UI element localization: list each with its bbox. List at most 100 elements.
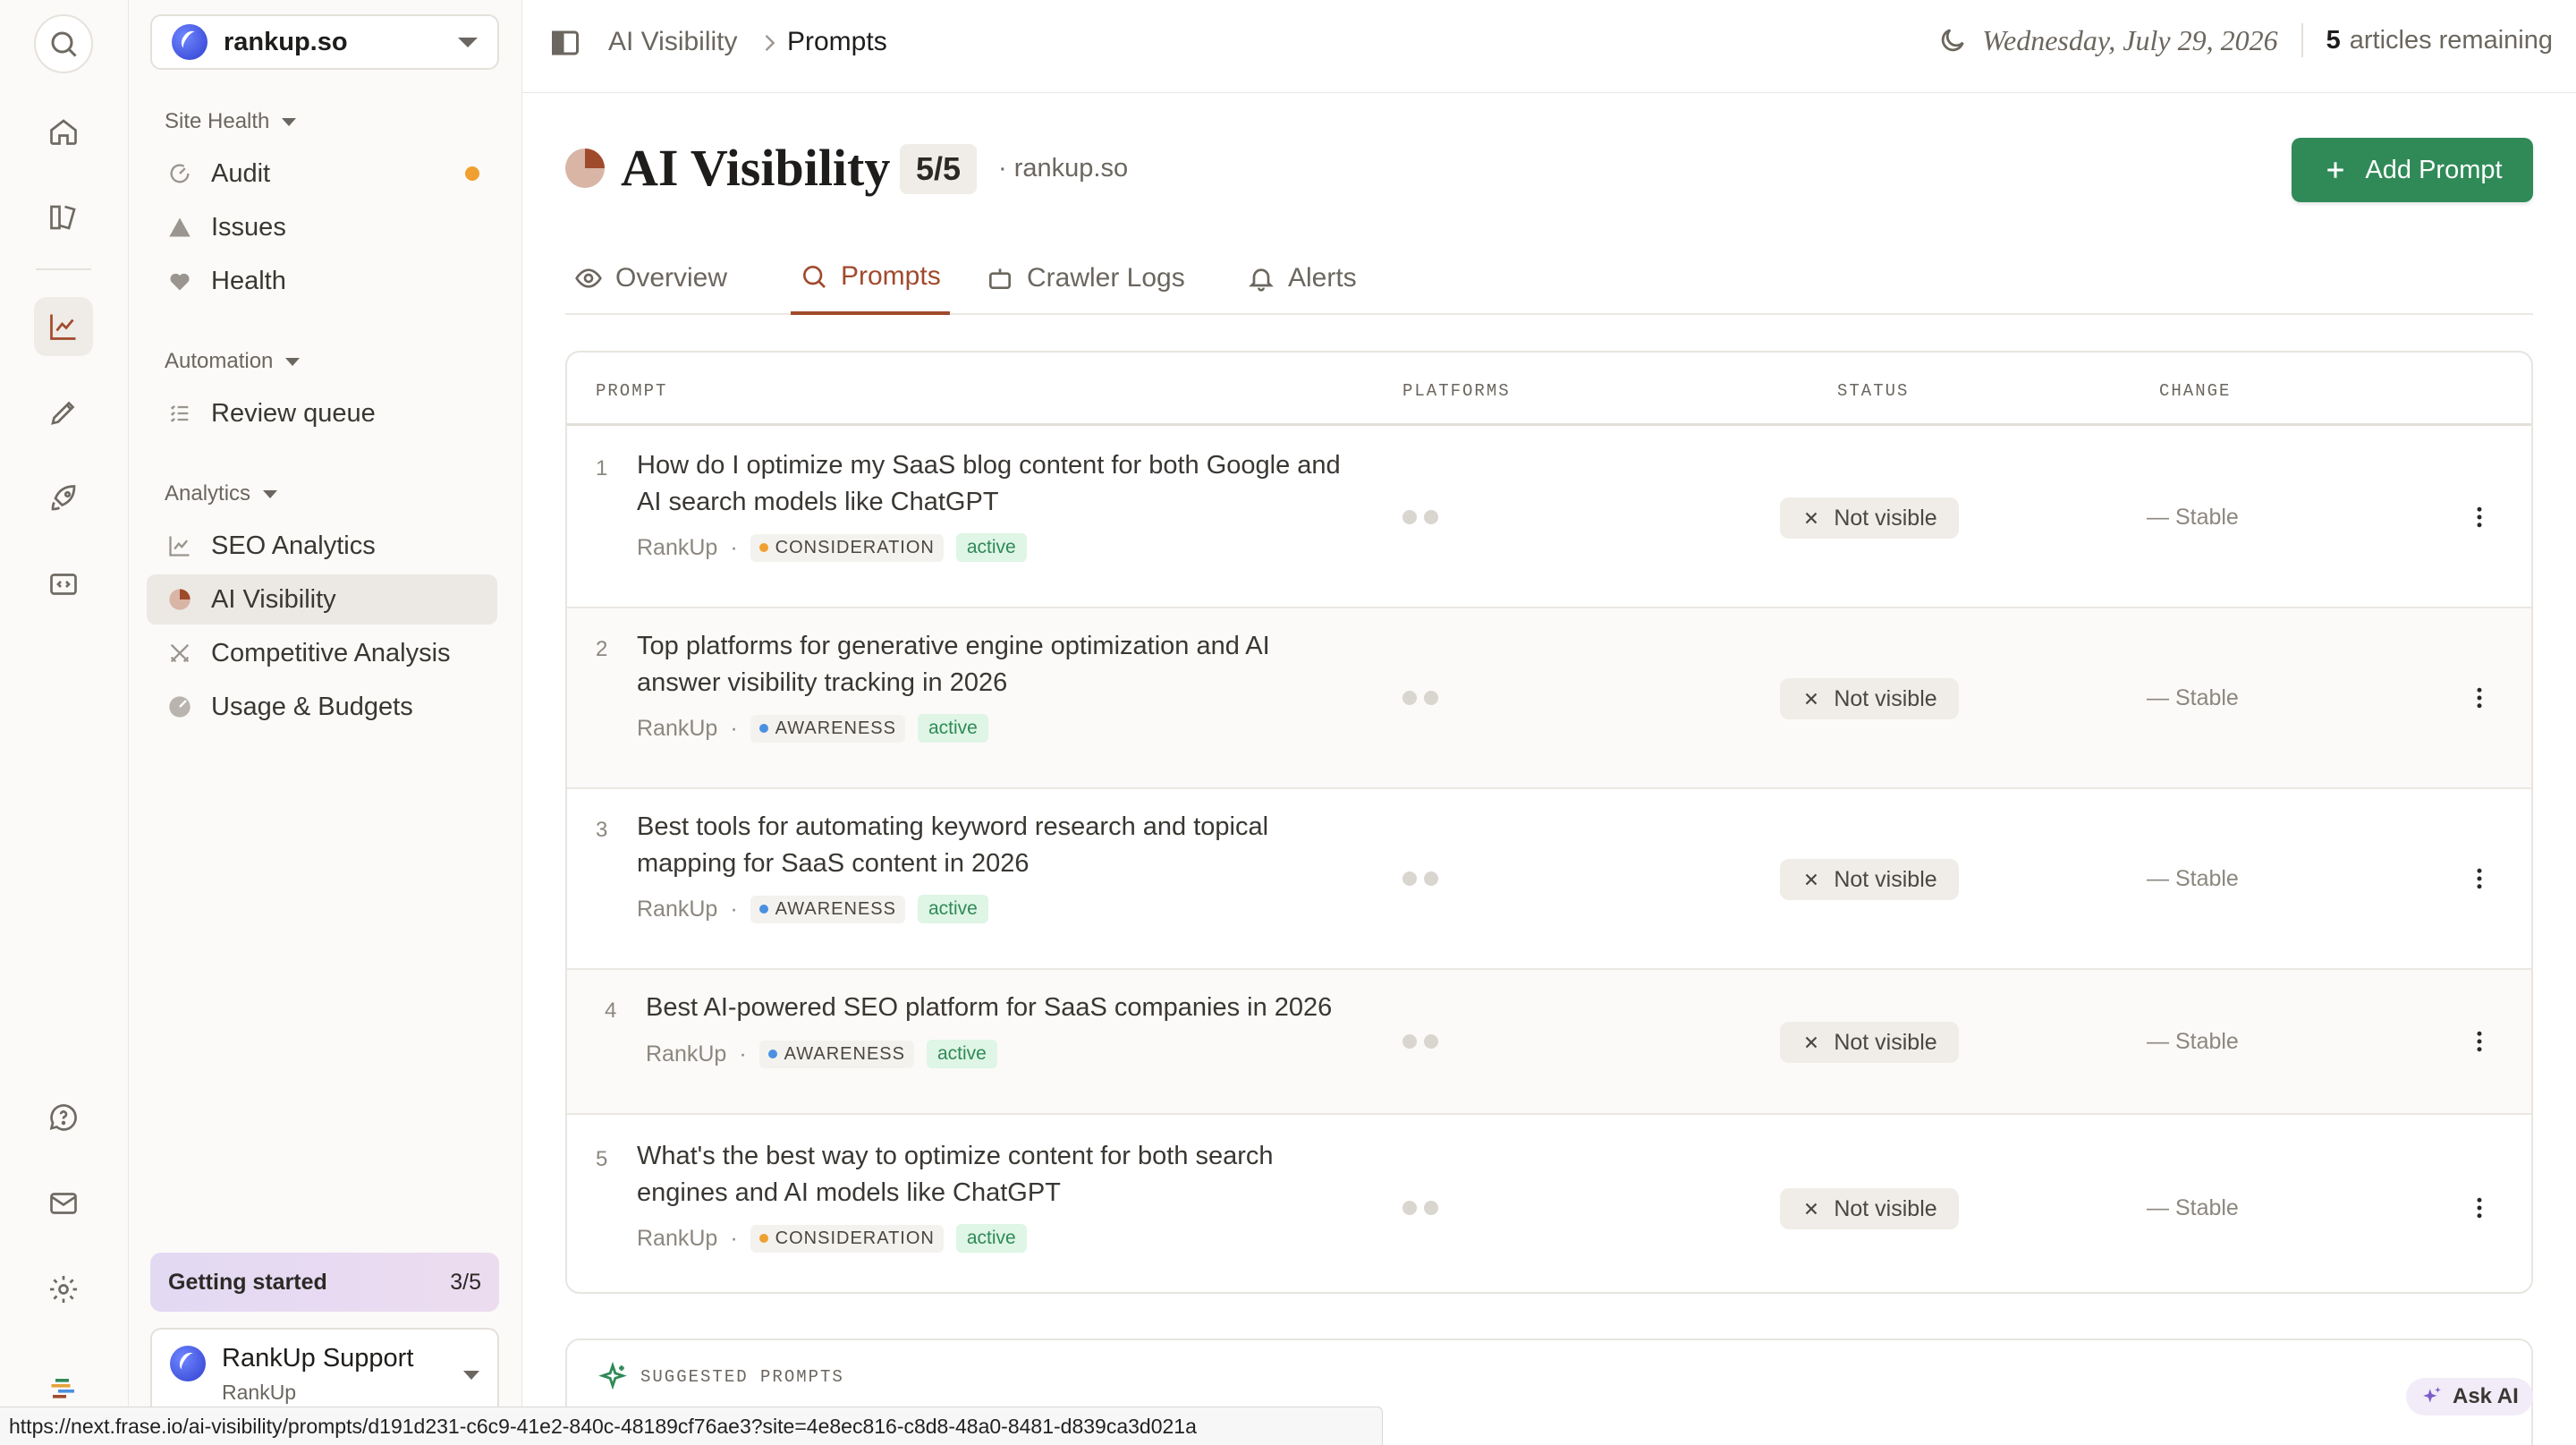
state-badge: active (955, 533, 1027, 562)
row-number: 4 (605, 999, 617, 1023)
prompt-line: AI search models like ChatGPT (637, 488, 999, 516)
gauge-icon (166, 160, 193, 187)
sidebar-toggle-icon[interactable] (549, 27, 581, 59)
chevron-down-icon (463, 1371, 479, 1380)
getting-started-card[interactable]: Getting started 3/5 (150, 1253, 499, 1312)
more-options-icon[interactable] (2462, 1024, 2497, 1059)
library-icon[interactable] (34, 188, 93, 247)
moon-icon[interactable] (1937, 25, 1968, 55)
prompt-meta: RankUp · AWARENESS active (637, 714, 988, 743)
status-label: Not visible (1834, 505, 1937, 531)
sidebar-item-usage-budgets[interactable]: Usage & Budgets (147, 682, 497, 732)
chevron-down-icon (285, 357, 301, 366)
line-chart-icon (166, 532, 193, 559)
more-options-icon[interactable] (2462, 680, 2497, 716)
section-automation[interactable]: Automation (165, 349, 301, 374)
column-header-prompt: PROMPT (596, 381, 668, 401)
sidebar-item-seo-analytics[interactable]: SEO Analytics (147, 521, 497, 571)
tab-label: Alerts (1288, 263, 1357, 293)
more-options-icon[interactable] (2462, 1190, 2497, 1226)
articles-remaining: 5 articles remaining (2326, 26, 2553, 55)
sidebar-item-audit[interactable]: Audit (147, 149, 497, 199)
account-switcher[interactable]: RankUp Support RankUp (150, 1328, 499, 1417)
change-value: — Stable (2147, 505, 2239, 530)
site-name: rankup.so (224, 27, 348, 56)
code-icon[interactable] (34, 555, 93, 614)
table-row[interactable]: 1 How do I optimize my SaaS blog content… (567, 428, 2531, 608)
more-options-icon[interactable] (2462, 499, 2497, 535)
page-site: · rankup.so (998, 154, 1129, 183)
table-row[interactable]: 3 Best tools for automating keyword rese… (567, 789, 2531, 970)
row-number: 3 (596, 818, 608, 842)
change-value: — Stable (2147, 685, 2239, 710)
breadcrumb-prompts: Prompts (787, 27, 887, 56)
prompt-count-badge: 5/5 (900, 144, 978, 194)
prompt-text[interactable]: Best AI-powered SEO platform for SaaS co… (646, 990, 1379, 1026)
prompt-text[interactable]: How do I optimize my SaaS blog content f… (637, 447, 1370, 521)
tab-label: Prompts (841, 261, 941, 291)
row-number: 5 (596, 1147, 608, 1171)
mail-icon[interactable] (34, 1174, 93, 1233)
close-icon (1806, 693, 1818, 705)
site-selector[interactable]: rankup.so (150, 14, 499, 70)
prompt-line: Best tools for automating keyword resear… (637, 812, 1269, 841)
prompt-text[interactable]: Best tools for automating keyword resear… (637, 809, 1370, 882)
prompt-line: engines and AI models like ChatGPT (637, 1178, 1061, 1207)
state-badge: active (917, 714, 988, 743)
checklist-icon (166, 400, 193, 427)
sidebar-item-competitive-analysis[interactable]: Competitive Analysis (147, 628, 497, 678)
state-badge: active (926, 1040, 997, 1068)
tab-overview[interactable]: Overview (565, 242, 736, 315)
prompt-text[interactable]: Top platforms for generative engine opti… (637, 628, 1370, 701)
prompt-line: Best AI-powered SEO platform for SaaS co… (646, 993, 1333, 1022)
home-icon[interactable] (34, 102, 93, 161)
warning-icon (166, 214, 193, 241)
tab-crawler-logs[interactable]: Crawler Logs (977, 242, 1194, 315)
platform-dots (1402, 871, 1438, 886)
more-options-icon[interactable] (2462, 861, 2497, 897)
add-prompt-button[interactable]: Add Prompt (2292, 138, 2533, 202)
plus-icon (2327, 162, 2344, 178)
tab-prompts[interactable]: Prompts (791, 242, 950, 315)
section-analytics[interactable]: Analytics (165, 481, 278, 506)
sidebar-item-review-queue[interactable]: Review queue (147, 388, 497, 438)
stage-label: AWARENESS (784, 1043, 905, 1064)
chevron-down-icon (263, 489, 278, 498)
search-icon (803, 266, 826, 288)
sidebar-item-label: Health (211, 266, 286, 295)
ask-ai-button[interactable]: Ask AI (2406, 1378, 2533, 1415)
chevron-right-icon (765, 35, 775, 51)
sidebar-item-issues[interactable]: Issues (147, 202, 497, 252)
breadcrumb-ai-visibility[interactable]: AI Visibility (608, 27, 738, 57)
state-badge: active (917, 895, 988, 923)
sidebar-item-label: Audit (211, 158, 271, 188)
analytics-icon[interactable] (34, 297, 93, 356)
prompt-text[interactable]: What's the best way to optimize content … (637, 1138, 1370, 1211)
sidebar-item-ai-visibility[interactable]: AI Visibility (147, 574, 497, 625)
add-prompt-label: Add Prompt (2365, 155, 2503, 184)
stage-badge: AWARENESS (750, 895, 905, 923)
pen-icon[interactable] (34, 383, 93, 442)
prompt-meta: RankUp · AWARENESS active (646, 1040, 997, 1068)
rocket-icon[interactable] (34, 469, 93, 528)
status-label: Not visible (1834, 1029, 1937, 1055)
stage-label: AWARENESS (775, 718, 896, 738)
table-row[interactable]: 2 Top platforms for generative engine op… (567, 608, 2531, 789)
icon-rail (0, 0, 129, 1445)
search-icon[interactable] (34, 14, 93, 73)
table-row[interactable]: 4 Best AI-powered SEO platform for SaaS … (567, 970, 2531, 1115)
help-icon[interactable] (34, 1088, 93, 1147)
section-site-health[interactable]: Site Health (165, 109, 297, 134)
eye-icon (575, 268, 602, 288)
brand-label: RankUp (637, 896, 718, 922)
prompt-meta: RankUp · AWARENESS active (637, 895, 988, 923)
sidebar-item-health[interactable]: Health (147, 256, 497, 306)
settings-icon[interactable] (34, 1260, 93, 1319)
sidebar-item-label: Issues (211, 212, 286, 242)
tab-label: Crawler Logs (1027, 263, 1185, 293)
table-row[interactable]: 5 What's the best way to optimize conten… (567, 1115, 2531, 1292)
tab-alerts[interactable]: Alerts (1238, 242, 1366, 315)
stage-badge: CONSIDERATION (750, 533, 944, 562)
site-logo-icon (172, 24, 208, 60)
pie-icon (166, 586, 193, 613)
